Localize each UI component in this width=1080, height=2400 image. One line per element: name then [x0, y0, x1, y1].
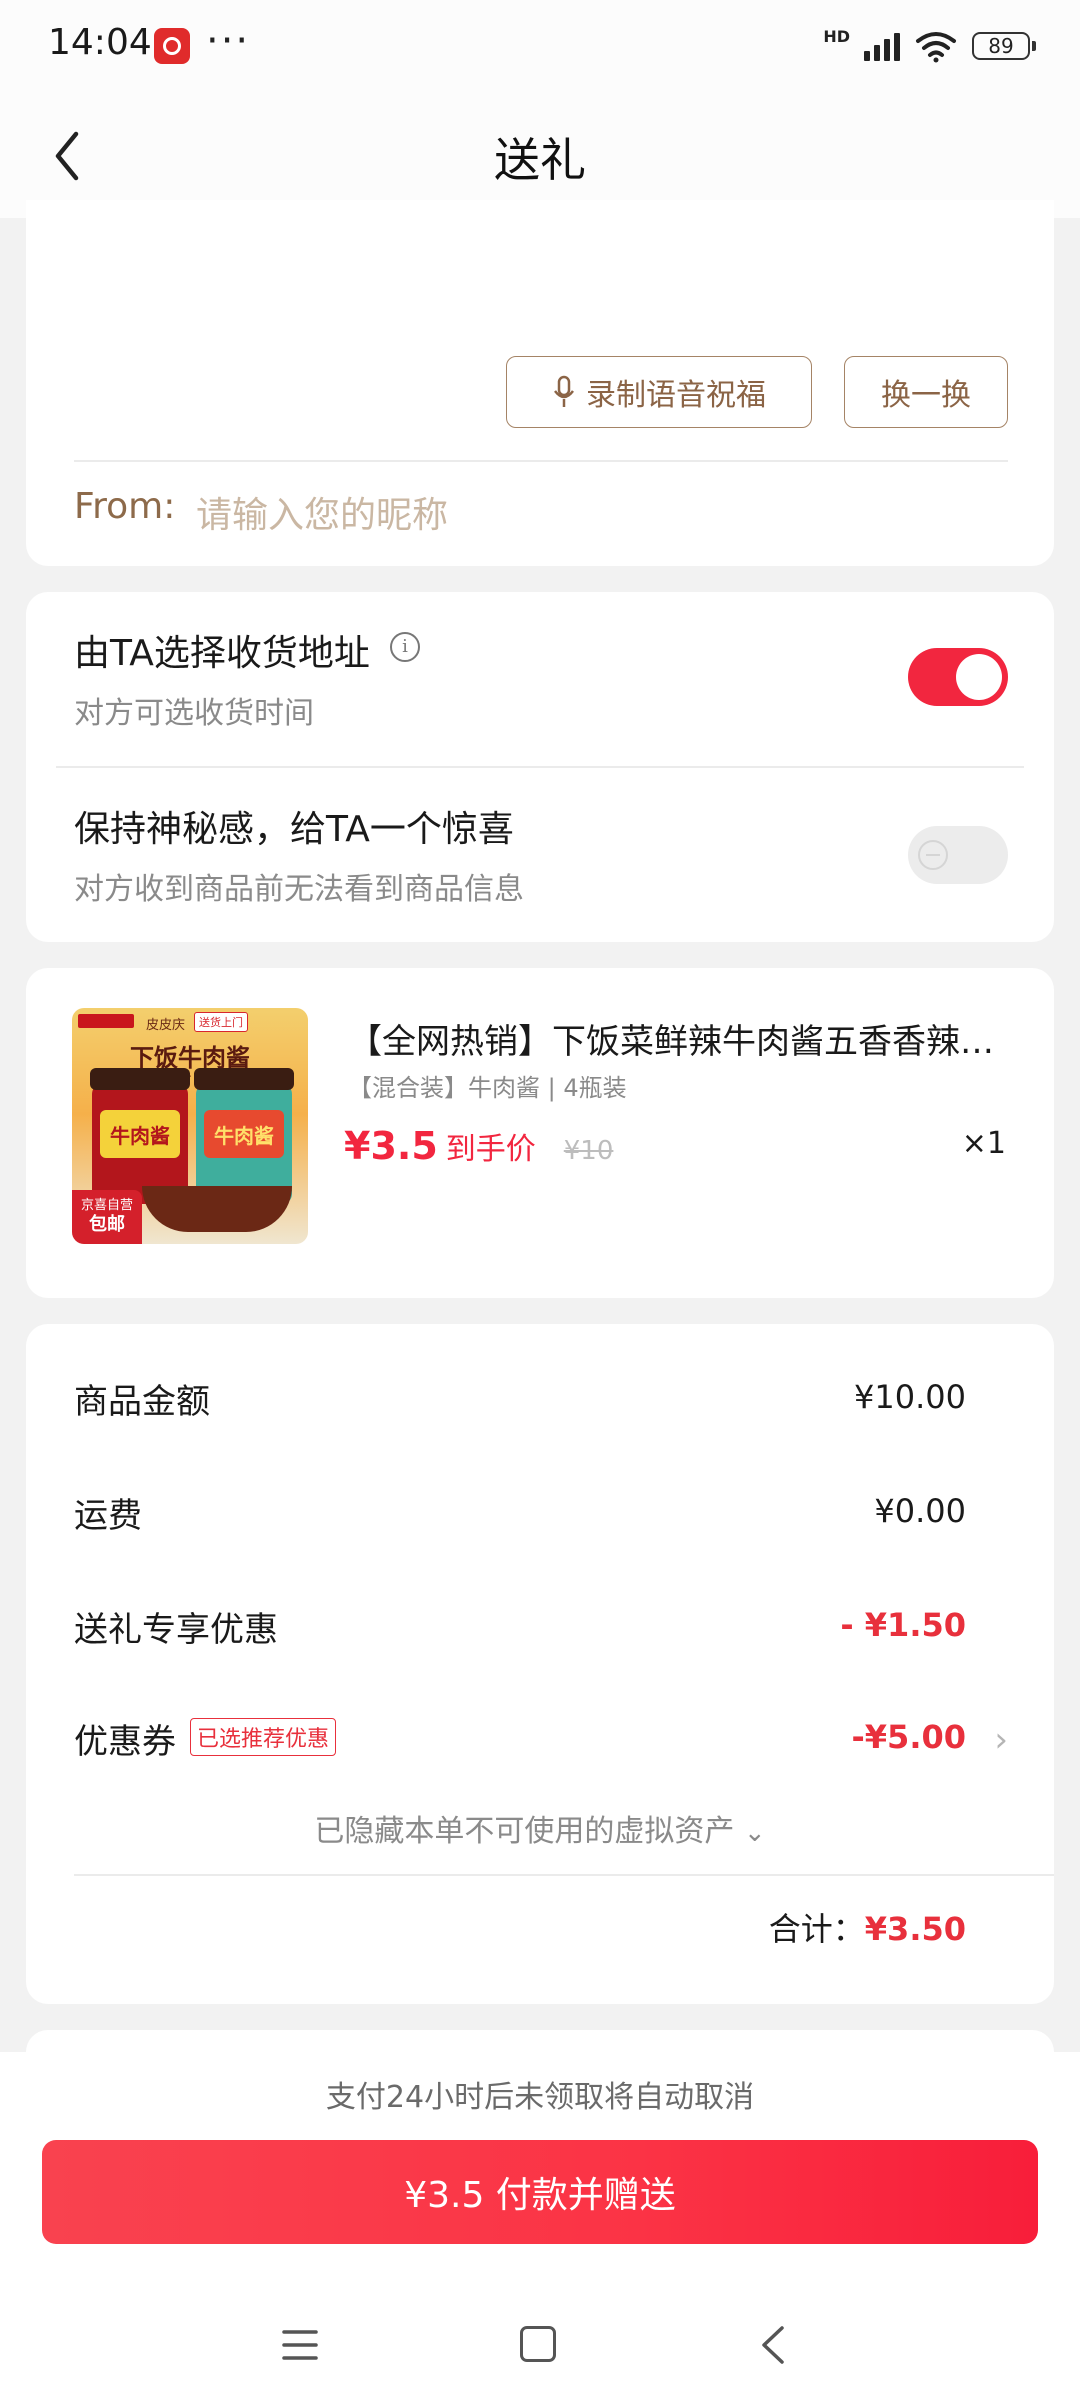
- from-label: From:: [74, 486, 176, 527]
- page-title: 送礼: [494, 133, 586, 187]
- product-image[interactable]: 皮皮庆 送货上门 下饭牛肉酱 食材好 · 酱才好 牛肉酱 牛肉酱 京喜自营 包邮: [72, 1008, 308, 1244]
- auto-cancel-note: 支付24小时后未领取将自动取消: [325, 2080, 755, 2115]
- signal-icon: [864, 31, 900, 61]
- toggle-knob: [918, 840, 948, 870]
- home-icon[interactable]: [520, 2326, 556, 2362]
- gift-discount-label: 送礼专享优惠: [74, 1610, 278, 1650]
- total-label: 合计：: [768, 1910, 865, 1948]
- image-delivery-tag: 送货上门: [194, 1012, 248, 1032]
- shipping-value: ¥0.00: [874, 1492, 966, 1530]
- subtotal-label: 商品金额: [74, 1382, 210, 1422]
- bottom-bar: 支付24小时后未领取将自动取消 ¥3.5 付款并赠送: [0, 2052, 1080, 2400]
- divider: [56, 766, 1024, 768]
- product-card[interactable]: 皮皮庆 送货上门 下饭牛肉酱 食材好 · 酱才好 牛肉酱 牛肉酱 京喜自营 包邮…: [26, 968, 1054, 1298]
- hidden-assets-toggle[interactable]: 已隐藏本单不可使用的虚拟资产 ⌄: [26, 1806, 1054, 1850]
- hidden-assets-label: 已隐藏本单不可使用的虚拟资产: [314, 1814, 735, 1849]
- option-surprise-title: 保持神秘感，给TA一个惊喜: [74, 809, 514, 850]
- coupon-value[interactable]: -¥5.00: [852, 1718, 967, 1756]
- chevron-down-icon: ⌄: [743, 1818, 766, 1848]
- status-time: 14:04: [48, 22, 152, 63]
- more-notifications-icon: ···: [206, 18, 251, 64]
- swap-message-button[interactable]: 换一换: [844, 356, 1008, 428]
- nickname-input[interactable]: 请输入您的昵称: [196, 486, 448, 538]
- info-icon[interactable]: i: [390, 632, 420, 662]
- original-price: ¥10: [563, 1136, 614, 1166]
- menu-icon[interactable]: [282, 2328, 318, 2362]
- status-icons: HD 89: [823, 24, 1036, 68]
- badge-top: 京喜自营: [80, 1198, 133, 1214]
- option-surprise-subtitle: 对方收到商品前无法看到商品信息: [74, 872, 524, 907]
- free-shipping-badge: 京喜自营 包邮: [72, 1190, 142, 1244]
- status-bar: 14:04 ··· HD 89: [0, 0, 1080, 92]
- gift-discount-value: - ¥1.50: [840, 1606, 966, 1644]
- jar-left-label: 牛肉酱: [100, 1110, 180, 1158]
- bowl: [142, 1186, 292, 1232]
- gift-options-card: 由TA选择收货地址 i 对方可选收货时间 保持神秘感，给TA一个惊喜 对方收到商…: [26, 592, 1054, 942]
- option-recipient-address-subtitle: 对方可选收货时间: [74, 696, 314, 731]
- app-notification-icon: [154, 28, 190, 64]
- surprise-toggle[interactable]: [908, 826, 1008, 884]
- record-voice-button[interactable]: 录制语音祝福: [506, 356, 812, 428]
- final-price-label: 到手价: [445, 1132, 536, 1167]
- battery-icon: 89: [972, 32, 1036, 60]
- divider: [74, 1874, 1054, 1876]
- total: 合计：¥3.50: [769, 1904, 966, 1950]
- divider: [74, 460, 1008, 462]
- price-row: ¥3.5 到手价 ¥10: [344, 1124, 613, 1168]
- hd-label: HD: [823, 26, 850, 46]
- pay-and-gift-button[interactable]: ¥3.5 付款并赠送: [42, 2140, 1038, 2244]
- coupon-label[interactable]: 优惠券: [74, 1714, 176, 1763]
- coupon-tag: 已选推荐优惠: [190, 1718, 337, 1756]
- image-brand: 皮皮庆: [146, 1018, 186, 1033]
- option-recipient-address-title: 由TA选择收货地址: [74, 633, 370, 674]
- order-summary-card: 商品金额 ¥10.00 运费 ¥0.00 送礼专享优惠 - ¥1.50 优惠券 …: [26, 1324, 1054, 2004]
- jar-right-label: 牛肉酱: [204, 1110, 284, 1158]
- product-title: 【全网热销】下饭菜鲜辣牛肉酱五香香辣…: [348, 1022, 994, 1062]
- record-voice-label: 录制语音祝福: [586, 378, 766, 413]
- product-spec: 【混合装】牛肉酱 | 4瓶装: [348, 1074, 627, 1102]
- total-value: ¥3.50: [864, 1910, 966, 1948]
- system-back-icon[interactable]: [758, 2324, 788, 2366]
- recipient-address-toggle[interactable]: [908, 648, 1008, 706]
- logistics-logo: [78, 1014, 134, 1028]
- quantity: ×1: [961, 1126, 1006, 1161]
- toggle-knob: [956, 654, 1002, 700]
- badge-bottom: 包邮: [89, 1214, 125, 1235]
- chevron-right-icon[interactable]: ›: [994, 1720, 1008, 1760]
- subtotal-value: ¥10.00: [854, 1378, 966, 1416]
- shipping-label: 运费: [74, 1496, 142, 1536]
- final-price: ¥3.5: [344, 1124, 438, 1168]
- microphone-icon: [554, 375, 574, 407]
- system-nav-bar: [0, 2288, 1080, 2400]
- gift-message-card: 录制语音祝福 换一换 From: 请输入您的昵称: [26, 200, 1054, 566]
- wifi-icon: [916, 32, 956, 63]
